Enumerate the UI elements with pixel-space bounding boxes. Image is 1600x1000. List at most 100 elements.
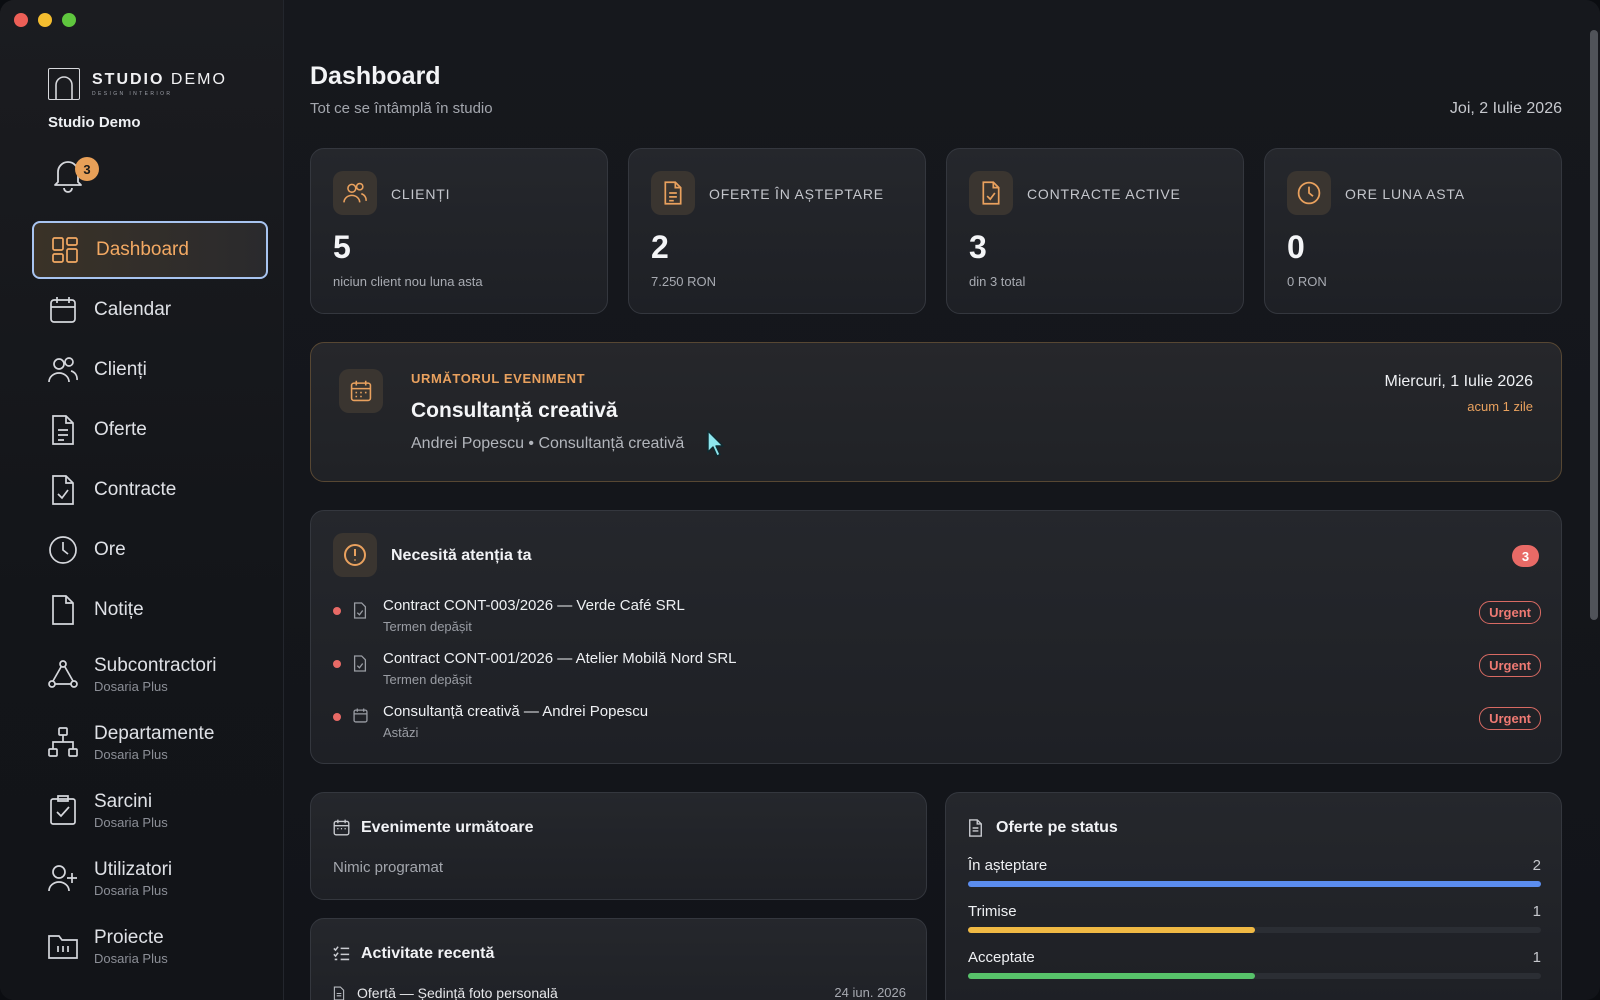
stat-card-ore[interactable]: ORE LUNA ASTA 0 0 RON (1264, 148, 1562, 314)
stat-value: 0 (1287, 229, 1305, 265)
network-icon (48, 659, 78, 689)
attention-title: Necesită atenția ta (391, 547, 532, 564)
stat-card-clienti[interactable]: CLIENȚI 5 niciun client nou luna asta (310, 148, 608, 314)
urgent-badge: Urgent (1479, 601, 1541, 624)
sidebar-item-label: Ore (94, 539, 126, 560)
next-event-title: Consultanță creativă (411, 399, 618, 422)
sidebar-item-label: Contracte (94, 479, 177, 500)
stat-card-oferte[interactable]: OFERTE ÎN AȘTEPTARE 2 7.250 RON (628, 148, 926, 314)
sidebar-item-clienti[interactable]: Clienți (32, 341, 268, 399)
current-date: Joi, 2 Iulie 2026 (1449, 100, 1562, 117)
calendar-icon (48, 295, 78, 325)
add-user-icon (48, 863, 78, 893)
sidebar-item-subcontractori[interactable]: Subcontractori Dosaria Plus (32, 641, 268, 707)
sidebar-item-calendar[interactable]: Calendar (32, 281, 268, 339)
users-icon (48, 355, 78, 385)
sidebar-item-ore[interactable]: Ore (32, 521, 268, 579)
sidebar-item-sarcini[interactable]: Sarcini Dosaria Plus (32, 777, 268, 843)
notification-count-badge: 3 (75, 157, 99, 181)
stat-value: 3 (969, 229, 987, 265)
contract-icon (353, 655, 369, 673)
sidebar-item-sublabel: Dosaria Plus (94, 678, 168, 694)
urgent-dot (333, 607, 341, 615)
sidebar-item-utilizatori[interactable]: Utilizatori Dosaria Plus (32, 845, 268, 911)
vertical-scrollbar[interactable] (1590, 30, 1598, 620)
brand-name-bold: STUDIO (92, 71, 165, 88)
folder-icon (48, 931, 78, 961)
brand-mark-icon (48, 68, 80, 100)
page-title: Dashboard (310, 62, 441, 90)
next-event-kicker: URMĂTORUL EVENIMENT (411, 371, 586, 386)
progress-track (968, 881, 1541, 887)
sidebar-nav: Dashboard Calendar Clienți Oferte Contra… (32, 221, 268, 981)
app-window: STUDIO DEMO DESIGN INTERIOR Studio Demo … (0, 0, 1600, 1000)
attention-item-title: Contract CONT-001/2026 — Atelier Mobilă … (383, 650, 737, 667)
attention-item-subtitle: Termen depășit (383, 619, 472, 634)
sidebar-item-label: Clienți (94, 359, 147, 380)
clock-icon (48, 535, 78, 565)
minimize-window-button[interactable] (38, 13, 52, 27)
upcoming-events-title: Evenimente următoare (361, 819, 534, 836)
activity-item-title: Ofertă — Ședință foto personală (357, 985, 558, 1000)
calendar-icon (353, 708, 369, 726)
offers-status-card: Oferte pe status În așteptare 2 Trimise … (945, 792, 1562, 1000)
sidebar-item-label: Dashboard (96, 239, 189, 260)
recent-activity-title: Activitate recentă (361, 945, 495, 962)
sidebar-item-label: Subcontractori (94, 654, 217, 676)
sidebar-item-oferte[interactable]: Oferte (32, 401, 268, 459)
offer-status-label: În așteptare (968, 857, 1048, 874)
sidebar-item-sublabel: Dosaria Plus (94, 746, 168, 762)
offer-status-count: 1 (1532, 903, 1541, 920)
studio-name: Studio Demo (48, 114, 141, 131)
offer-status-count: 1 (1532, 949, 1541, 966)
sidebar-item-label: Calendar (94, 299, 172, 320)
progress-fill (968, 881, 1541, 887)
task-check-icon (48, 795, 78, 825)
sidebar-item-contracte[interactable]: Contracte (32, 461, 268, 519)
offer-status-count: 2 (1532, 857, 1541, 874)
urgent-dot (333, 660, 341, 668)
attention-item[interactable]: Consultanță creativă — Andrei Popescu As… (333, 703, 1541, 751)
sidebar-item-departamente[interactable]: Departamente Dosaria Plus (32, 709, 268, 775)
stat-note: din 3 total (969, 274, 1026, 289)
mouse-cursor-icon (707, 430, 724, 457)
sidebar-item-sublabel: Dosaria Plus (94, 882, 168, 898)
offers-status-title: Oferte pe status (996, 819, 1118, 836)
brand-name-light: DEMO (170, 71, 227, 88)
close-window-button[interactable] (14, 13, 28, 27)
next-event-card[interactable]: URMĂTORUL EVENIMENT Consultanță creativă… (310, 342, 1562, 482)
next-event-meta: Andrei Popescu • Consultanță creativă (411, 435, 685, 452)
sidebar-item-label: Departamente (94, 722, 215, 744)
urgent-badge: Urgent (1479, 654, 1541, 677)
maximize-window-button[interactable] (62, 13, 76, 27)
sidebar-item-dashboard[interactable]: Dashboard (32, 221, 268, 279)
attention-item-subtitle: Termen depășit (383, 672, 472, 687)
upcoming-events-empty: Nimic programat (333, 859, 444, 876)
clock-icon (1287, 171, 1331, 215)
calendar-icon (333, 819, 351, 837)
sidebar-item-notite[interactable]: Notițe (32, 581, 268, 639)
stat-note: niciun client nou luna asta (333, 274, 483, 289)
stat-title: OFERTE ÎN AȘTEPTARE (709, 186, 884, 202)
sidebar-item-proiecte[interactable]: Proiecte Dosaria Plus (32, 913, 268, 979)
upcoming-events-card: Evenimente următoare Nimic programat (310, 792, 927, 900)
note-icon (48, 595, 78, 625)
recent-activity-card: Activitate recentă Ofertă — Ședință foto… (310, 918, 927, 1000)
attention-item[interactable]: Contract CONT-003/2026 — Verde Café SRL … (333, 597, 1541, 645)
stat-card-contracte[interactable]: CONTRACTE ACTIVE 3 din 3 total (946, 148, 1244, 314)
stat-note: 0 RON (1287, 274, 1327, 289)
attention-item[interactable]: Contract CONT-001/2026 — Atelier Mobilă … (333, 650, 1541, 698)
page-subtitle: Tot ce se întâmplă în studio (310, 100, 493, 117)
progress-fill (968, 973, 1255, 979)
brand-tagline: DESIGN INTERIOR (92, 91, 173, 97)
attention-item-subtitle: Astăzi (383, 725, 419, 740)
document-icon (651, 171, 695, 215)
brand-logo[interactable]: STUDIO DEMO DESIGN INTERIOR (48, 68, 227, 100)
progress-track (968, 973, 1541, 979)
stat-note: 7.250 RON (651, 274, 717, 289)
sidebar-item-label: Proiecte (94, 926, 164, 948)
urgent-badge: Urgent (1479, 707, 1541, 730)
urgent-dot (333, 713, 341, 721)
offer-status-label: Acceptate (968, 949, 1035, 966)
users-icon (333, 171, 377, 215)
